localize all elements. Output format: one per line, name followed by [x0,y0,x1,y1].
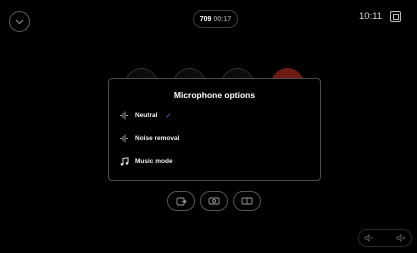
camera-icon [208,197,220,205]
option-neutral[interactable]: Neutral ✓ [117,108,172,122]
checkmark-icon: ✓ [165,110,173,120]
call-info-pill[interactable]: 709 00:17 [193,10,238,28]
chevron-down-icon [15,19,24,24]
top-bar: 709 00:17 10:11 [0,0,417,40]
option-noise-removal[interactable]: Noise removal [117,131,179,145]
option-label: Noise removal [135,134,180,142]
waveform-icon [117,132,131,144]
call-duration: 00:17 [213,15,232,23]
clock: 10:11 [359,11,383,22]
volume-down-icon[interactable] [364,234,374,242]
layout-icon[interactable] [390,11,401,22]
camera-button[interactable] [200,191,228,211]
collapse-button[interactable] [9,11,30,32]
option-label: Music mode [135,157,173,165]
volume-up-icon[interactable] [396,234,406,242]
share-screen-icon [176,197,187,205]
music-note-icon [117,155,131,167]
volume-control[interactable] [358,229,412,247]
option-music-mode[interactable]: Music mode [117,154,173,168]
call-id: 709 [199,15,212,23]
option-label: Neutral [135,111,158,119]
microphone-options-dialog: Microphone options Neutral ✓ Noise remov… [108,78,321,181]
pip-icon [241,197,253,205]
pip-button[interactable] [233,191,261,211]
dialog-title: Microphone options [173,90,256,100]
share-screen-button[interactable] [167,191,195,211]
waveform-icon [117,109,131,121]
